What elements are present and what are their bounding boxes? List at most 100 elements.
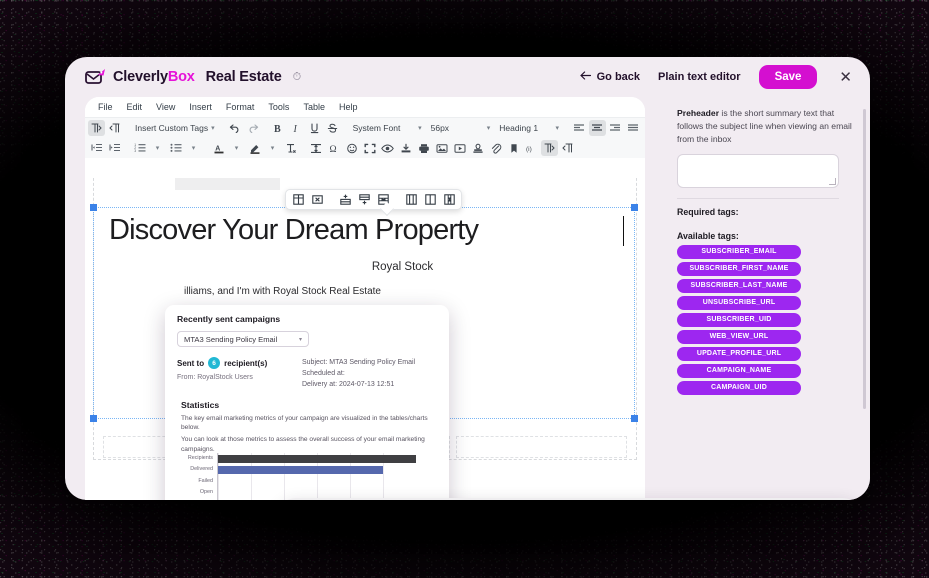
- tag-subscriber-last-name[interactable]: SUBSCRIBER_LAST_NAME: [677, 278, 801, 293]
- campaign-metrics-bar-chart: RecipientsDeliveredFailedOpenClickBounce…: [181, 453, 416, 500]
- tag-subscriber-uid[interactable]: SUBSCRIBER_UID: [677, 312, 801, 327]
- bold-icon[interactable]: B: [270, 120, 287, 136]
- tag-campaign-uid[interactable]: CAMPAIGN_UID: [677, 380, 801, 395]
- menu-insert[interactable]: Insert: [182, 99, 219, 115]
- menu-edit[interactable]: Edit: [120, 99, 150, 115]
- chart-plot-area: [217, 487, 416, 499]
- import-icon[interactable]: [397, 140, 414, 156]
- chart-row: Delivered: [181, 464, 416, 476]
- svg-text:3: 3: [134, 149, 136, 153]
- rtl-direction-icon[interactable]: [106, 120, 123, 136]
- required-tags-label: Required tags:: [677, 206, 739, 217]
- menu-format[interactable]: Format: [219, 99, 262, 115]
- campaign-delivery-at: Delivery at: 2024-07-13 12:51: [302, 381, 395, 389]
- tag-subscriber-first-name[interactable]: SUBSCRIBER_FIRST_NAME: [677, 261, 801, 276]
- delete-row-icon[interactable]: [375, 192, 391, 207]
- table-cell[interactable]: [456, 436, 628, 458]
- ltr-direction-icon-2[interactable]: [541, 140, 558, 156]
- align-right-icon[interactable]: [607, 120, 624, 136]
- font-family-dropdown[interactable]: System Font ▾: [349, 121, 426, 135]
- tag-web-view-url[interactable]: WEB_VIEW_URL: [677, 329, 801, 344]
- clear-formatting-icon[interactable]: [282, 140, 299, 156]
- strikethrough-icon[interactable]: [324, 120, 341, 136]
- stamp-icon[interactable]: [469, 140, 486, 156]
- email-title[interactable]: Discover Your Dream Property: [109, 214, 624, 247]
- resize-handle-bottom-left[interactable]: [90, 415, 97, 422]
- save-button[interactable]: Save: [758, 65, 818, 89]
- email-line-subject: Royal Stock: [371, 261, 434, 274]
- insert-row-above-icon[interactable]: [337, 192, 353, 207]
- numbered-list-icon[interactable]: 123: [131, 140, 148, 156]
- special-char-icon[interactable]: Ω: [325, 140, 342, 156]
- highlight-color-chevron-icon[interactable]: ▾: [264, 140, 281, 156]
- sidebar-divider: [677, 197, 839, 199]
- tag-unsubscribe-url[interactable]: UNSUBSCRIBE_URL: [677, 295, 801, 310]
- header-actions: Go back Plain text editor Save ✕: [580, 65, 856, 89]
- rtl-direction-icon-2[interactable]: [559, 140, 576, 156]
- redo-icon[interactable]: [245, 120, 262, 136]
- source-code-icon[interactable]: (i): [523, 140, 540, 156]
- italic-icon[interactable]: I: [288, 120, 305, 136]
- close-icon[interactable]: ✕: [835, 68, 856, 87]
- align-left-icon[interactable]: [571, 120, 588, 136]
- chart-category-label: Open: [199, 489, 213, 496]
- numbered-list-chevron-icon[interactable]: ▾: [149, 140, 166, 156]
- indent-icon[interactable]: [106, 140, 123, 156]
- block-format-value: Heading 1: [499, 123, 539, 133]
- chart-gridlines: [218, 487, 416, 499]
- align-justify-icon[interactable]: [625, 120, 642, 136]
- chart-gridlines: [218, 475, 416, 488]
- campaign-meta: Sent to 6 recipient(s) From: RoyalStock …: [177, 357, 449, 391]
- tag-update-profile-url[interactable]: UPDATE_PROFILE_URL: [677, 346, 801, 361]
- insert-custom-tags-dropdown[interactable]: Insert Custom Tags ▾: [131, 121, 219, 135]
- insert-column-after-icon[interactable]: [422, 192, 438, 207]
- align-center-icon[interactable]: [588, 120, 606, 136]
- sent-to-suffix: recipient(s): [224, 358, 268, 368]
- sidebar-scrollbar[interactable]: [863, 109, 866, 409]
- text-color-chevron-icon[interactable]: ▾: [228, 140, 245, 156]
- bookmark-icon[interactable]: [505, 140, 522, 156]
- line-height-icon[interactable]: [307, 140, 324, 156]
- menu-view[interactable]: View: [149, 99, 182, 115]
- ltr-direction-icon[interactable]: [88, 120, 105, 136]
- chevron-down-icon: ▾: [555, 125, 559, 132]
- bullet-list-chevron-icon[interactable]: ▾: [185, 140, 202, 156]
- menu-file[interactable]: File: [91, 99, 120, 115]
- tag-subscriber-email[interactable]: SUBSCRIBER_EMAIL: [677, 244, 801, 259]
- resize-handle-top-right[interactable]: [631, 204, 638, 211]
- plain-text-editor-button[interactable]: Plain text editor: [658, 71, 741, 83]
- menu-tools[interactable]: Tools: [261, 99, 296, 115]
- insert-column-before-icon[interactable]: [403, 192, 419, 207]
- preheader-input[interactable]: [677, 153, 839, 188]
- block-format-dropdown[interactable]: Heading 1 ▾: [495, 121, 563, 135]
- underline-icon[interactable]: [306, 120, 323, 136]
- outdent-icon[interactable]: [88, 140, 105, 156]
- available-tags-label: Available tags:: [677, 230, 739, 241]
- menu-table[interactable]: Table: [296, 99, 332, 115]
- insert-row-below-icon[interactable]: [356, 192, 372, 207]
- tag-campaign-name[interactable]: CAMPAIGN_NAME: [677, 363, 801, 378]
- menu-help[interactable]: Help: [332, 99, 365, 115]
- highlight-color-icon[interactable]: [246, 140, 263, 156]
- insert-image-icon[interactable]: [433, 140, 450, 156]
- fullscreen-icon[interactable]: [361, 140, 378, 156]
- table-properties-icon[interactable]: [290, 192, 306, 207]
- emoji-icon[interactable]: [343, 140, 360, 156]
- delete-column-icon[interactable]: [441, 192, 457, 207]
- campaign-select[interactable]: MTA3 Sending Policy Email ▾: [177, 331, 309, 347]
- resize-handle-bottom-right[interactable]: [631, 415, 638, 422]
- preview-eye-icon[interactable]: [379, 140, 396, 156]
- go-back-button[interactable]: Go back: [580, 71, 640, 83]
- arrow-left-icon: [580, 71, 591, 83]
- delete-table-icon[interactable]: [309, 192, 325, 207]
- resize-handle-top-left[interactable]: [90, 204, 97, 211]
- attachment-icon[interactable]: [487, 140, 504, 156]
- chart-bar: [218, 454, 416, 463]
- bullet-list-icon[interactable]: [167, 140, 184, 156]
- insert-video-icon[interactable]: [451, 140, 468, 156]
- font-size-dropdown[interactable]: 56px ▾: [427, 121, 495, 135]
- undo-icon[interactable]: [227, 120, 244, 136]
- chart-category-label: Delivered: [190, 466, 213, 473]
- print-icon[interactable]: [415, 140, 432, 156]
- text-color-icon[interactable]: A: [210, 140, 227, 156]
